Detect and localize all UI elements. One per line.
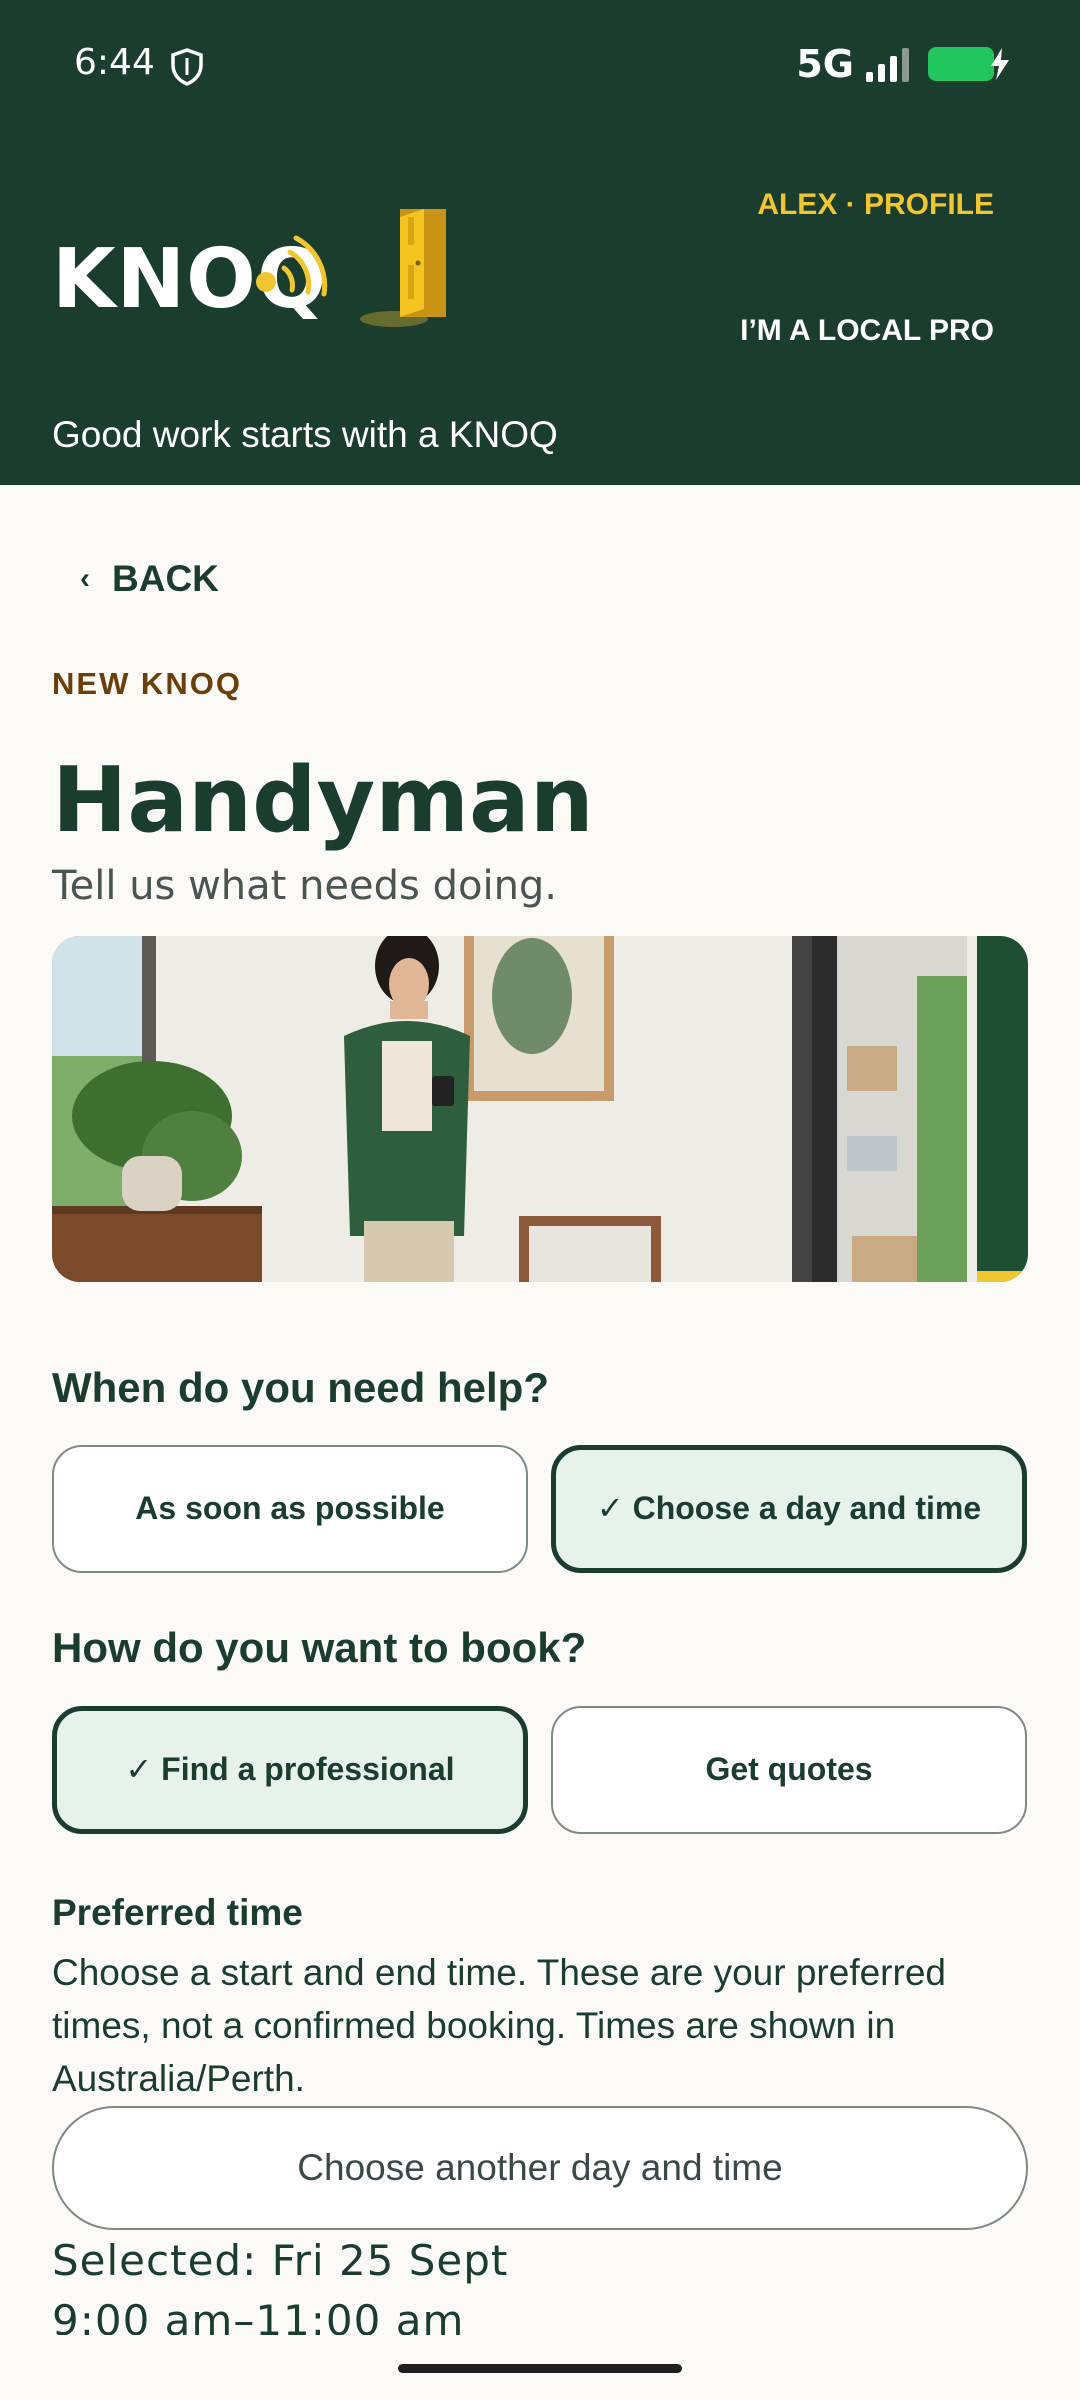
choose-day-option-label: ✓ Choose a day and time [596,1490,982,1527]
eyebrow-label: NEW KNOQ [52,666,242,701]
page-title: Handyman [52,748,594,853]
signal-waves-icon [256,235,328,297]
status-icons: 5G [796,42,1009,86]
choose-another-day-button[interactable]: Choose another day and time [52,2106,1028,2230]
choose-another-day-label: Choose another day and time [297,2147,783,2188]
tagline: Good work starts with a KNOQ [52,414,558,455]
find-professional-label: ✓ Find a professional [125,1751,455,1788]
how-question: How do you want to book? [52,1624,587,1671]
status-time: 6:44 [74,42,155,83]
preferred-time-title: Preferred time [52,1892,303,1933]
selected-date: Selected: Fri 25 Sept [52,2236,509,2285]
when-question: When do you need help? [52,1364,549,1411]
knoq-logo[interactable]: KNOQ [52,220,332,327]
profile-link[interactable]: ALEX · PROFILE [757,188,994,222]
signal-icon [866,48,909,82]
shield-icon [171,48,203,86]
chevron-left-icon: ‹ [80,562,90,595]
choose-day-option[interactable]: ✓ Choose a day and time [551,1445,1027,1573]
asap-option[interactable]: As soon as possible [52,1445,528,1573]
network-label: 5G [796,42,854,86]
get-quotes-label: Get quotes [705,1751,873,1788]
home-indicator[interactable] [398,2364,682,2373]
hero-image [52,936,1028,1282]
app-header: 6:44 5G KNOQ ALEX · PROFILE I’M A LOCAL … [0,0,1080,485]
page-subtitle: Tell us what needs doing. [52,863,558,909]
page: 6:44 5G KNOQ ALEX · PROFILE I’M A LOCAL … [0,0,1080,2400]
back-label: BACK [112,558,219,599]
find-professional-option[interactable]: ✓ Find a professional [52,1706,528,1834]
preferred-time-description: Choose a start and end time. These are y… [52,1952,946,2099]
get-quotes-option[interactable]: Get quotes [551,1706,1027,1834]
local-pro-link[interactable]: I’M A LOCAL PRO [740,314,994,348]
battery-icon [928,47,1009,81]
door-icon [360,209,446,327]
asap-option-label: As soon as possible [135,1490,445,1527]
back-button[interactable]: ‹ BACK [80,558,219,600]
